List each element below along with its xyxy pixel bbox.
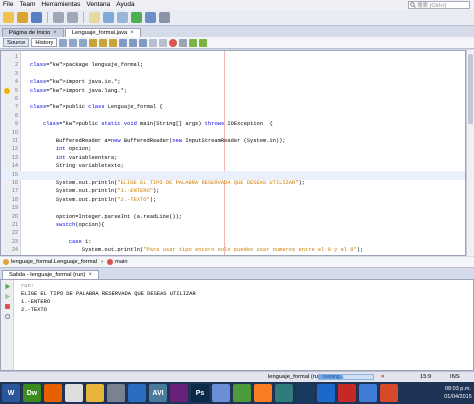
main-toolbar xyxy=(0,10,474,26)
settings-icon[interactable] xyxy=(4,313,11,320)
menu-herramientas[interactable]: Herramientas xyxy=(38,0,83,10)
breadcrumb-method[interactable]: main xyxy=(106,259,128,265)
save-all-icon[interactable] xyxy=(31,12,42,23)
tab-start-page[interactable]: Página de Inicio × xyxy=(2,28,64,37)
find-previous-icon[interactable] xyxy=(89,38,98,47)
new-project-icon[interactable] xyxy=(3,12,14,23)
profile-icon[interactable] xyxy=(159,12,170,23)
app-blue-taskbar-icon[interactable] xyxy=(359,384,377,402)
breadcrumb-class-label: lenguaje_formal.Lenguaje_formal xyxy=(11,259,98,265)
toggle-highlight-icon[interactable] xyxy=(109,38,118,47)
ps-taskbar-icon[interactable]: Ps xyxy=(191,384,209,402)
document-tabs: Página de Inicio × Lenguaje_formal.java … xyxy=(0,27,474,37)
tab-lenguaje-formal[interactable]: Lenguaje_formal.java × xyxy=(64,28,141,37)
clock-time: 08:03 p.m. xyxy=(445,386,471,392)
line-number: 24 xyxy=(12,247,18,254)
output-actions xyxy=(1,280,14,370)
shift-left-icon[interactable] xyxy=(149,38,158,47)
source-button[interactable]: Source xyxy=(3,38,30,47)
output-line: ELIGE EL TIPO DE PALABRA RESERVADA QUE D… xyxy=(21,291,196,297)
menu-team[interactable]: Team xyxy=(16,0,38,10)
app-green-taskbar-icon[interactable] xyxy=(233,384,251,402)
avi-taskbar-icon[interactable]: AVI xyxy=(149,384,167,402)
breadcrumb-separator-icon: › xyxy=(101,259,103,265)
rerun-icon[interactable] xyxy=(4,283,11,290)
insert-mode: INS xyxy=(450,374,460,380)
breadcrumb: lenguaje_formal.Lenguaje_formal › main xyxy=(0,257,474,268)
xampp-taskbar-icon[interactable] xyxy=(254,384,272,402)
editor-toolbar: Source History xyxy=(0,37,474,49)
dreamweaver-taskbar-icon[interactable]: Dw xyxy=(23,384,41,402)
back-icon[interactable] xyxy=(69,38,78,47)
search-icon xyxy=(410,2,416,8)
cursor-position: 15:9 xyxy=(420,374,432,380)
progress-label: running... xyxy=(323,374,344,380)
app-teal-taskbar-icon[interactable] xyxy=(275,384,293,402)
redo-icon[interactable] xyxy=(67,12,78,23)
clock-date: 01/04/2015 xyxy=(444,394,472,400)
output-panel[interactable]: run: ELIGE EL TIPO DE PALABRA RESERVADA … xyxy=(0,279,474,371)
forward-icon[interactable] xyxy=(79,38,88,47)
toolbar-separator xyxy=(47,12,48,23)
search-box[interactable]: 搜索 (Ctrl+I) xyxy=(408,1,470,9)
status-bar: lenguaje_formal (run) running... × 15:9 … xyxy=(0,371,474,382)
scrollbar-thumb[interactable] xyxy=(468,54,473,124)
clean-build-icon[interactable] xyxy=(117,12,128,23)
word-taskbar-icon[interactable]: W xyxy=(2,384,20,402)
output-line: 2.-TEXTO xyxy=(21,307,47,313)
undo-icon[interactable] xyxy=(53,12,64,23)
close-task-icon[interactable]: × xyxy=(381,374,384,380)
netbeans-taskbar-icon[interactable] xyxy=(317,384,335,402)
output-line: run: xyxy=(21,283,34,289)
breadcrumb-method-label: main xyxy=(114,259,128,265)
running-task-label: lenguaje_formal (run) xyxy=(268,374,324,380)
configuration-select-icon[interactable] xyxy=(89,12,100,23)
stop-icon[interactable] xyxy=(4,303,11,310)
start-macro-icon[interactable] xyxy=(169,38,178,47)
uncomment-icon[interactable] xyxy=(199,38,208,47)
run-icon[interactable] xyxy=(131,12,142,23)
toggle-bookmark-icon[interactable] xyxy=(139,38,148,47)
method-icon xyxy=(106,259,113,265)
progress-bar: running... xyxy=(318,374,374,380)
history-button[interactable]: History xyxy=(31,38,58,47)
build-icon[interactable] xyxy=(103,12,114,23)
breadcrumb-class[interactable]: lenguaje_formal.Lenguaje_formal xyxy=(3,259,97,265)
firefox-taskbar-icon[interactable] xyxy=(44,384,62,402)
menu-ventana[interactable]: Ventana xyxy=(83,0,113,10)
app-red-taskbar-icon[interactable] xyxy=(338,384,356,402)
windows-taskbar: W Dw AVI Ps 08:03 p.m. 01/04/2015 xyxy=(0,382,474,404)
code-editor[interactable]: 1 2 class="kw">package lenguaje_formal; 3 4 c… xyxy=(0,50,466,256)
debug-icon[interactable] xyxy=(145,12,156,23)
code-line[interactable]: 24 System.out.println("Para usar tipo en… xyxy=(1,246,465,255)
code-text: System.out.println("Para usar tipo enter… xyxy=(30,247,364,254)
menu-ayuda[interactable]: Ayuda xyxy=(113,0,137,10)
paint-taskbar-icon[interactable] xyxy=(212,384,230,402)
java-taskbar-icon[interactable] xyxy=(380,384,398,402)
shift-right-icon[interactable] xyxy=(159,38,168,47)
visual-studio-taskbar-icon[interactable] xyxy=(170,384,188,402)
settings-taskbar-icon[interactable] xyxy=(107,384,125,402)
comment-icon[interactable] xyxy=(189,38,198,47)
output-line: 1.-ENTERO xyxy=(21,299,51,305)
last-edit-icon[interactable] xyxy=(59,38,68,47)
virtualbox-taskbar-icon[interactable] xyxy=(296,384,314,402)
editor-scrollbar[interactable] xyxy=(466,50,474,256)
rerun-different-params-icon[interactable] xyxy=(4,293,11,300)
media-taskbar-icon[interactable] xyxy=(128,384,146,402)
open-project-icon[interactable] xyxy=(17,12,28,23)
folder-taskbar-icon[interactable] xyxy=(86,384,104,402)
output-tabs: Salida - lenguaje_formal (run) × xyxy=(0,269,474,279)
toolbar-separator xyxy=(83,12,84,23)
system-clock[interactable]: 08:03 p.m. 01/04/2015 xyxy=(444,385,472,401)
previous-bookmark-icon[interactable] xyxy=(119,38,128,47)
tab-output[interactable]: Salida - lenguaje_formal (run) × xyxy=(2,270,99,279)
chrome-taskbar-icon[interactable] xyxy=(65,384,83,402)
stop-macro-icon[interactable] xyxy=(179,38,188,47)
class-icon xyxy=(3,259,9,265)
find-next-icon[interactable] xyxy=(99,38,108,47)
menu-file[interactable]: File xyxy=(0,0,16,10)
next-bookmark-icon[interactable] xyxy=(129,38,138,47)
menu-bar: File Team Herramientas Ventana Ayuda 搜索 … xyxy=(0,0,474,10)
